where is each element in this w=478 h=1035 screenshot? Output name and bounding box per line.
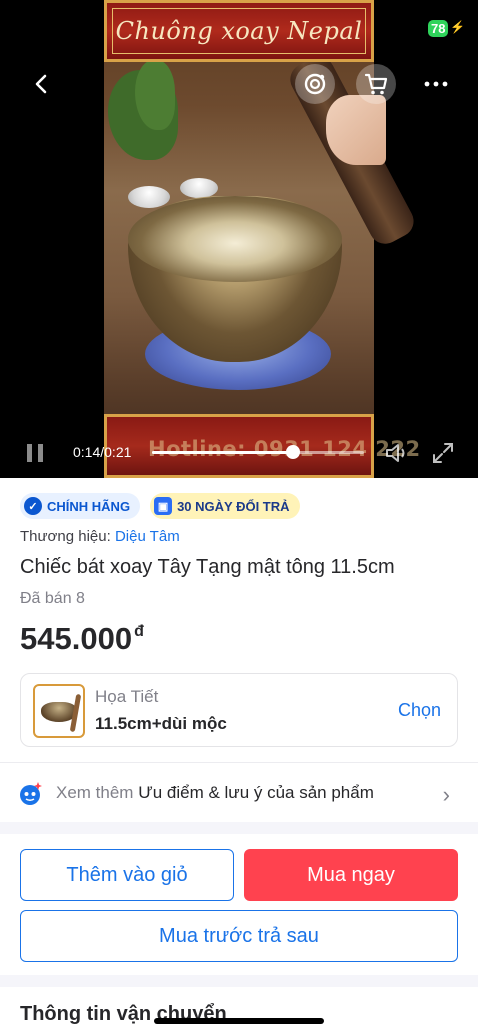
buy-later-button[interactable]: Mua trước trả sau <box>20 910 458 962</box>
cart-button[interactable] <box>356 64 396 104</box>
teacup-decoration <box>180 178 218 198</box>
more-options-button[interactable] <box>416 64 456 104</box>
charging-icon: ⚡ <box>450 20 465 34</box>
pause-icon <box>27 444 43 462</box>
robot-assistant-icon <box>20 782 42 805</box>
variant-selector[interactable]: Họa Tiết 11.5cm+dùi mộc Chọn <box>20 673 458 747</box>
battery-indicator: 78 <box>428 20 449 37</box>
singing-bowl-rim <box>128 196 342 282</box>
see-more-row[interactable]: Xem thêm Ưu điểm & lưu ý của sản phẩm › <box>0 764 478 822</box>
product-price: 545.000 đ <box>20 621 144 657</box>
video-time: 0:14/0:21 <box>73 444 132 460</box>
fullscreen-button[interactable] <box>428 438 458 468</box>
cart-icon <box>364 73 388 95</box>
see-more-topic: Ưu điểm & lưu ý của sản phẩm <box>138 783 374 802</box>
seek-progress <box>152 451 294 454</box>
plant-decoration <box>135 60 175 130</box>
brand-link[interactable]: Diệu Tâm <box>115 528 180 545</box>
volume-icon <box>386 444 405 462</box>
check-icon: ✓ <box>24 497 42 515</box>
image-search-button[interactable] <box>295 64 335 104</box>
product-video[interactable]: Chuông xoay Nepal Hotline: 0931 124 222 … <box>0 0 478 478</box>
more-dots-icon <box>424 81 448 87</box>
see-more-prefix: Xem thêm <box>56 783 139 802</box>
chevron-right-icon: › <box>442 782 450 807</box>
box-icon: ▣ <box>154 497 173 515</box>
add-to-cart-button[interactable]: Thêm vào giỏ <box>20 849 234 901</box>
home-indicator <box>154 1018 324 1024</box>
variant-value: 11.5cm+dùi mộc <box>95 714 227 733</box>
banner-title: Chuông xoay Nepal <box>115 17 363 45</box>
section-gap <box>0 822 478 834</box>
hotline-text: Hotline: 0931 124 222 <box>148 437 421 461</box>
sold-count: Đã bán 8 <box>20 590 85 607</box>
return-badge: ▣ 30 NGÀY ĐỔI TRẢ <box>150 493 300 519</box>
authentic-badge-label: CHÍNH HÃNG <box>47 498 131 514</box>
volume-button[interactable] <box>382 438 412 468</box>
camera-search-icon <box>304 73 326 95</box>
authentic-badge: ✓ CHÍNH HÃNG <box>20 493 141 519</box>
pause-button[interactable] <box>22 440 48 466</box>
brand-label: Thương hiệu: <box>20 528 115 545</box>
currency-symbol: đ <box>134 623 144 640</box>
return-badge-label: 30 NGÀY ĐỔI TRẢ <box>177 498 290 514</box>
product-title: Chiếc bát xoay Tây Tạng mật tông 11.5cm <box>20 556 395 578</box>
back-button[interactable] <box>22 64 62 104</box>
video-top-banner: Chuông xoay Nepal <box>104 0 374 62</box>
price-value: 545.000 <box>20 621 133 656</box>
section-gap <box>0 975 478 987</box>
chevron-left-icon <box>35 74 47 94</box>
buy-now-button[interactable]: Mua ngay <box>244 849 458 901</box>
see-more-text: Xem thêm Ưu điểm & lưu ý của sản phẩm <box>56 783 374 803</box>
variant-label: Họa Tiết <box>95 687 159 706</box>
video-seek-bar[interactable] <box>152 445 364 459</box>
divider <box>0 762 478 763</box>
variant-thumbnail <box>33 684 85 738</box>
choose-variant-link[interactable]: Chọn <box>398 700 441 721</box>
hand <box>326 95 386 165</box>
teacup-decoration <box>128 186 170 208</box>
fullscreen-icon <box>433 443 453 463</box>
brand-line: Thương hiệu: Diệu Tâm <box>20 528 180 545</box>
badge-row: ✓ CHÍNH HÃNG ▣ 30 NGÀY ĐỔI TRẢ <box>20 493 300 519</box>
